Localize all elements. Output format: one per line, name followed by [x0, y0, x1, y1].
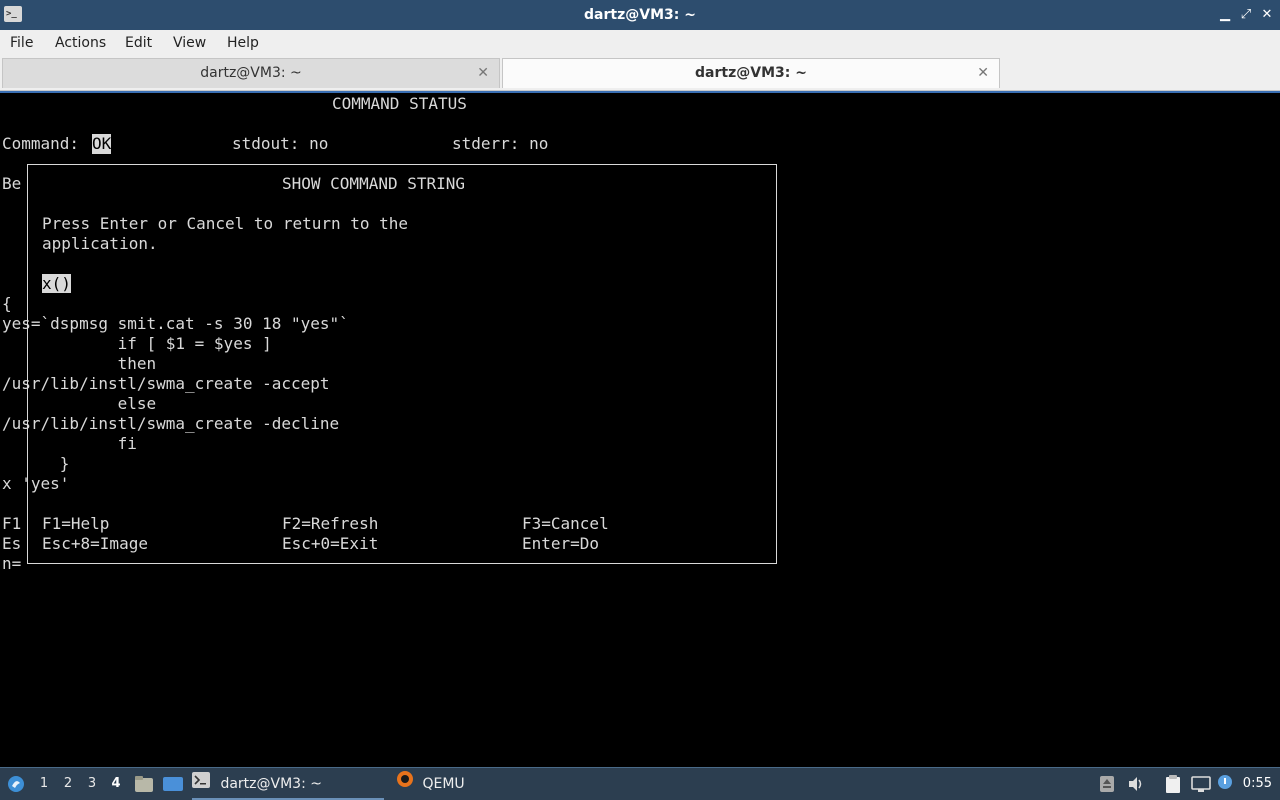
code-line: x 'yes' — [2, 474, 70, 493]
tab-terminal-1[interactable]: dartz@VM3: ~ ✕ — [2, 58, 500, 88]
code-line: /usr/lib/instl/swma_create -decline — [2, 414, 340, 433]
code-line: then — [2, 354, 157, 373]
menu-file[interactable]: File — [10, 30, 33, 56]
taskbar: 1 2 3 4 dartz@VM3: ~ QEMU 0:55 — [0, 767, 1280, 800]
dialog-title: SHOW COMMAND STRING — [282, 174, 466, 193]
tray-upload-icon[interactable] — [1099, 775, 1115, 799]
start-menu-icon[interactable] — [6, 774, 26, 800]
window-titlebar: >_ dartz@VM3: ~ ▁ ⤢ ✕ — [0, 0, 1280, 30]
stdout-status: stdout: no — [232, 134, 329, 153]
code-line: { — [2, 294, 12, 313]
window-title: dartz@VM3: ~ — [584, 7, 696, 23]
network-icon[interactable] — [1191, 775, 1211, 799]
command-status-label: Command: — [2, 134, 80, 153]
tab-label: dartz@VM3: ~ — [200, 65, 302, 81]
command-status-value: OK — [92, 134, 112, 154]
menu-actions[interactable]: Actions — [55, 30, 106, 56]
tab-terminal-2[interactable]: dartz@VM3: ~ ✕ — [502, 58, 1000, 88]
task-qemu[interactable]: QEMU — [396, 770, 516, 798]
menu-view[interactable]: View — [173, 30, 206, 56]
task-terminal[interactable]: dartz@VM3: ~ — [192, 770, 384, 800]
clipboard-icon[interactable] — [1164, 774, 1182, 800]
background-text: Es — [2, 534, 22, 553]
task-label: QEMU — [422, 776, 465, 792]
file-manager-icon[interactable] — [134, 775, 154, 799]
key-f3-cancel[interactable]: F3=Cancel — [522, 514, 609, 534]
close-button[interactable]: ✕ — [1258, 6, 1276, 24]
code-line: if [ $1 = $yes ] — [2, 334, 272, 353]
key-f2-refresh[interactable]: F2=Refresh — [282, 514, 378, 534]
command-string-start: x() — [42, 274, 71, 294]
tab-bar: dartz@VM3: ~ ✕ dartz@VM3: ~ ✕ — [0, 56, 1280, 91]
show-desktop-icon[interactable] — [162, 775, 184, 799]
notification-icon[interactable] — [1217, 774, 1233, 800]
background-text: Be — [2, 174, 22, 193]
stderr-status: stderr: no — [452, 134, 549, 153]
workspace-3[interactable]: 3 — [83, 768, 101, 800]
terminal-icon — [192, 770, 210, 798]
command-parens: () — [51, 274, 71, 293]
menu-help[interactable]: Help — [227, 30, 259, 56]
workspace-1[interactable]: 1 — [35, 768, 53, 800]
screen-title: COMMAND STATUS — [332, 94, 467, 113]
code-line: /usr/lib/instl/swma_create -accept — [2, 374, 330, 393]
key-esc0-exit[interactable]: Esc+0=Exit — [282, 534, 378, 554]
menu-bar: File Actions Edit View Help — [0, 30, 1280, 56]
minimize-button[interactable]: ▁ — [1216, 6, 1234, 24]
tab-close-icon[interactable]: ✕ — [477, 65, 489, 81]
code-line: else — [2, 394, 157, 413]
background-text: F1 — [2, 514, 22, 533]
terminal-area[interactable]: COMMAND STATUS Command: OK stdout: no st… — [0, 91, 1280, 767]
workspace-4[interactable]: 4 — [107, 768, 125, 800]
volume-icon[interactable] — [1127, 776, 1145, 797]
background-text: n= — [2, 554, 22, 573]
key-esc8-image[interactable]: Esc+8=Image — [42, 534, 148, 554]
cursor-char: x — [42, 274, 52, 293]
code-line: } — [2, 454, 70, 473]
maximize-button[interactable]: ⤢ — [1237, 6, 1255, 24]
tab-close-icon[interactable]: ✕ — [977, 65, 989, 81]
key-f1-help[interactable]: F1=Help — [42, 514, 109, 534]
key-enter-do[interactable]: Enter=Do — [522, 534, 599, 554]
code-line: fi — [2, 434, 137, 453]
dialog-instructions: Press Enter or Cancel to return to the — [42, 214, 409, 233]
task-label: dartz@VM3: ~ — [220, 776, 322, 792]
dialog-instructions: application. — [42, 234, 158, 253]
workspace-2[interactable]: 2 — [59, 768, 77, 800]
tab-label: dartz@VM3: ~ — [695, 65, 807, 81]
code-line: yes=`dspmsg smit.cat -s 30 18 "yes"` — [2, 314, 349, 333]
clock[interactable]: 0:55 — [1243, 768, 1272, 800]
menu-edit[interactable]: Edit — [125, 30, 152, 56]
qemu-icon — [396, 770, 414, 798]
